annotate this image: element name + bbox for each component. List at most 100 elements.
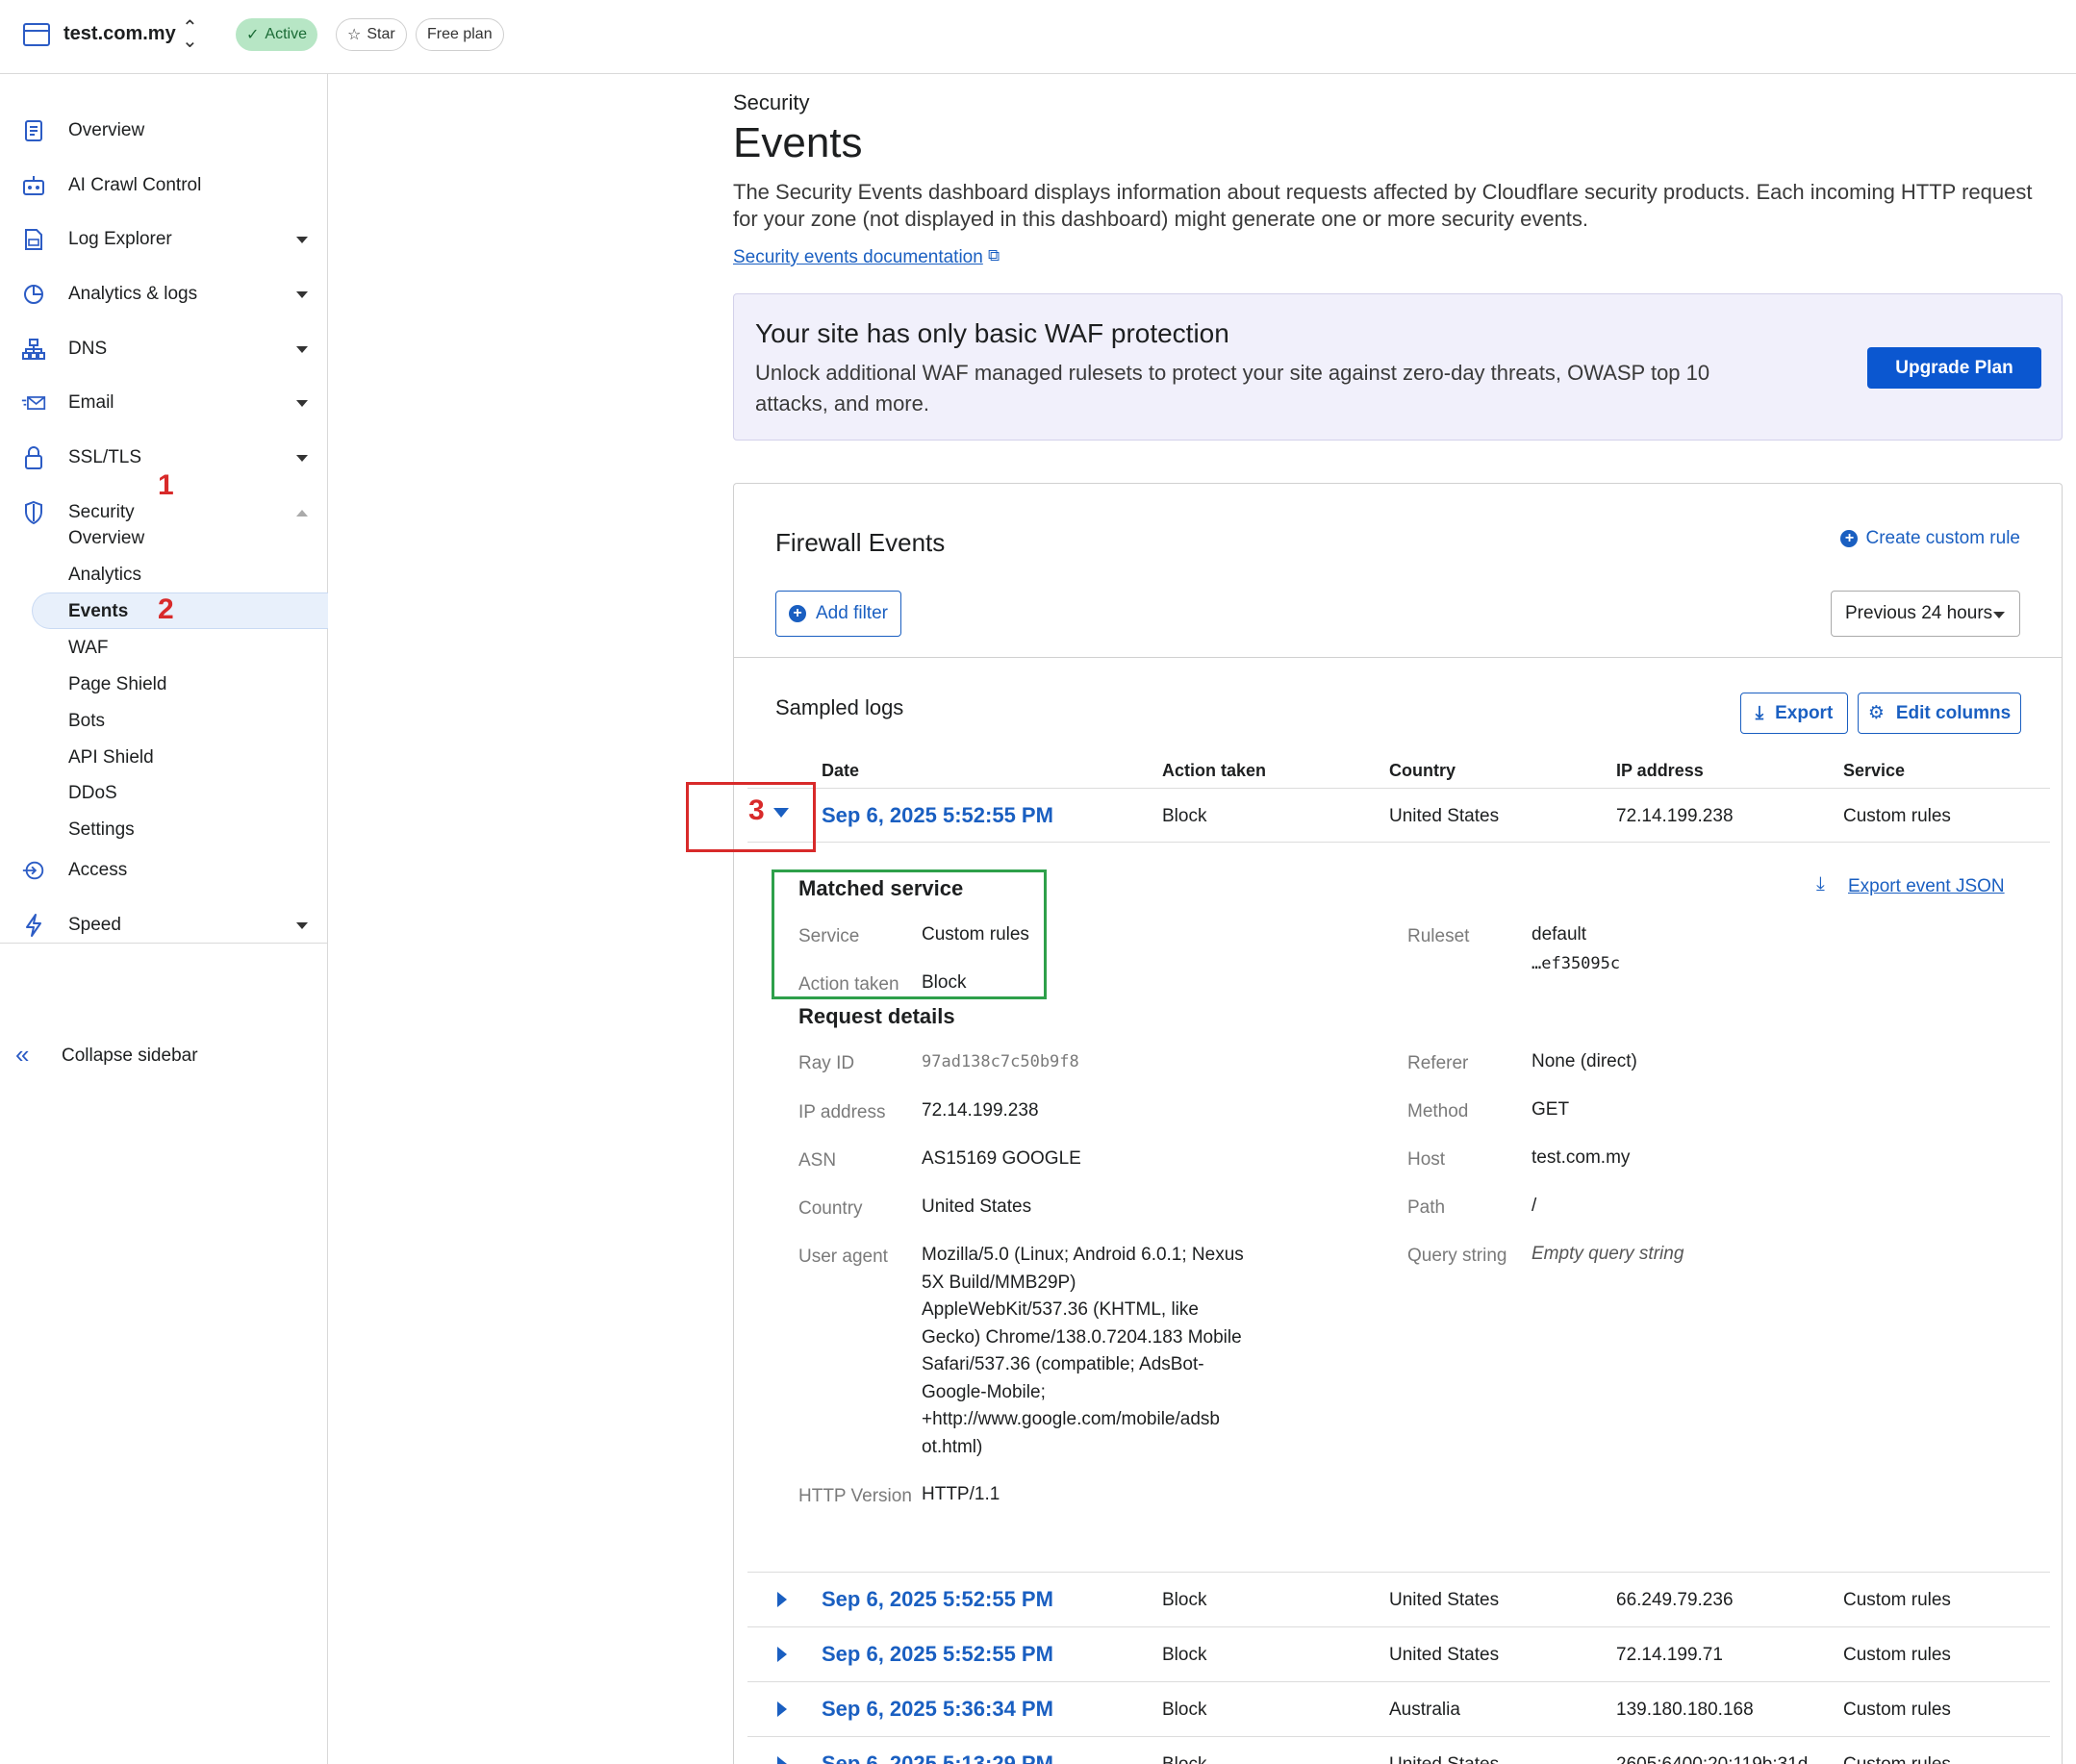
sidebar-item-overview[interactable]: Overview <box>0 112 327 150</box>
waf-upgrade-banner: Your site has only basic WAF protection … <box>733 293 2063 441</box>
sidebar-sub-api-shield[interactable]: API Shield <box>68 747 154 769</box>
firewall-events-title: Firewall Events <box>775 528 946 557</box>
column-header-country[interactable]: Country <box>1389 761 1456 781</box>
row-action: Block <box>1162 1754 1206 1764</box>
gear-icon: ⚙ <box>1867 703 1885 723</box>
zone-name[interactable]: test.com.my <box>63 23 176 45</box>
shield-icon <box>21 500 46 525</box>
pie-chart-icon <box>21 282 46 307</box>
request-details-title: Request details <box>798 1004 955 1028</box>
time-period-select[interactable]: Previous 24 hours <box>1831 591 2020 637</box>
sidebar-sub-waf[interactable]: WAF <box>68 638 109 659</box>
caret-right-icon[interactable] <box>777 1647 787 1662</box>
row-divider <box>747 842 2050 843</box>
row-ip: 66.249.79.236 <box>1616 1590 1734 1610</box>
host-value: test.com.my <box>1532 1147 1631 1168</box>
create-custom-rule-link[interactable]: + Create custom rule <box>1840 528 2020 549</box>
bolt-icon <box>21 913 46 938</box>
sidebar-sub-analytics[interactable]: Analytics <box>68 565 141 586</box>
chevron-down-icon <box>296 236 308 243</box>
sidebar-item-dns[interactable]: DNS <box>0 330 327 368</box>
sampled-logs-title: Sampled logs <box>775 695 904 719</box>
page-title: Events <box>733 119 863 166</box>
annotation-1: 1 <box>158 469 174 501</box>
row-ip: 139.180.180.168 <box>1616 1700 1754 1720</box>
add-filter-button[interactable]: + Add filter <box>775 591 901 637</box>
row-service: Custom rules <box>1843 1700 1951 1720</box>
action-taken-label: Action taken <box>798 974 899 995</box>
sidebar-item-email[interactable]: Email <box>0 384 327 422</box>
asn-value: AS15169 GOOGLE <box>922 1148 1081 1169</box>
row-divider <box>747 1572 2050 1573</box>
user-agent-value: Mozilla/5.0 (Linux; Android 6.0.1; Nexus… <box>922 1245 1244 1457</box>
access-icon <box>21 858 46 883</box>
column-header-ip[interactable]: IP address <box>1616 761 1704 781</box>
download-icon[interactable]: ⤓ <box>1816 873 1825 895</box>
row-action: Block <box>1162 1645 1207 1665</box>
sidebar-sub-ddos[interactable]: DDoS <box>68 783 117 804</box>
sidebar-item-log-explorer[interactable]: Log Explorer <box>0 220 327 259</box>
banner-title: Your site has only basic WAF protection <box>755 318 1229 348</box>
ruleset-id: …ef35095c <box>1532 954 1621 973</box>
ray-id-value: 97ad138c7c50b9f8 <box>922 1052 1079 1071</box>
http-version-label: HTTP Version <box>798 1486 912 1506</box>
caret-right-icon[interactable] <box>777 1756 787 1764</box>
export-button[interactable]: ⤓ Export <box>1740 693 1848 734</box>
edit-columns-button[interactable]: ⚙ Edit columns <box>1858 693 2021 734</box>
row-ip: 72.14.199.71 <box>1616 1645 1723 1665</box>
column-header-service[interactable]: Service <box>1843 761 1905 781</box>
path-label: Path <box>1407 1197 1446 1218</box>
matched-service-title: Matched service <box>798 876 964 900</box>
annotation-2: 2 <box>158 593 174 625</box>
zone-switcher-icon[interactable]: ⌃ ⌄ <box>182 18 198 51</box>
caret-right-icon[interactable] <box>777 1701 787 1717</box>
sidebar-item-analytics-logs[interactable]: Analytics & logs <box>0 275 327 314</box>
row-divider <box>747 1681 2050 1682</box>
row-divider <box>747 788 2050 789</box>
plan-badge[interactable]: Free plan <box>416 18 504 51</box>
external-link-icon[interactable]: ⧉ <box>988 246 1000 265</box>
sidebar-item-access[interactable]: Access <box>0 851 327 890</box>
card-divider <box>734 657 2062 658</box>
download-icon: ⤓ <box>1755 702 1764 723</box>
upgrade-plan-button[interactable]: Upgrade Plan <box>1867 347 2041 389</box>
document-icon <box>21 118 46 143</box>
caret-right-icon[interactable] <box>777 1592 787 1607</box>
email-icon <box>21 391 46 416</box>
row-action: Block <box>1162 1590 1207 1610</box>
collapse-sidebar-button[interactable]: Collapse sidebar <box>62 1046 198 1067</box>
documentation-link[interactable]: Security events documentation <box>733 247 983 268</box>
row-ip: 72.14.199.238 <box>1616 806 1734 826</box>
chevron-down-icon <box>296 345 308 353</box>
row-date[interactable]: Sep 6, 2025 5:52:55 PM <box>822 803 1053 828</box>
robot-icon <box>21 173 46 198</box>
row-date[interactable]: Sep 6, 2025 5:52:55 PM <box>822 1587 1053 1612</box>
sidebar-sub-settings[interactable]: Settings <box>68 819 135 841</box>
export-event-json-link[interactable]: Export event JSON <box>1848 876 2005 897</box>
chevron-down-icon <box>1993 612 2005 618</box>
user-agent-label: User agent <box>798 1247 888 1267</box>
browser-window-icon <box>23 23 50 46</box>
ip-address-label: IP address <box>798 1102 886 1122</box>
row-date[interactable]: Sep 6, 2025 5:36:34 PM <box>822 1697 1053 1722</box>
row-date[interactable]: Sep 6, 2025 5:52:55 PM <box>822 1642 1053 1667</box>
column-header-date[interactable]: Date <box>822 761 859 781</box>
sidebar-sub-bots[interactable]: Bots <box>68 711 105 732</box>
sidebar-item-ai-crawl-control[interactable]: AI Crawl Control <box>0 166 327 205</box>
sidebar-sub-events[interactable]: Events <box>68 601 128 622</box>
sidebar-item-speed[interactable]: Speed <box>0 906 327 945</box>
query-string-label: Query string <box>1407 1246 1507 1266</box>
double-chevron-left-icon[interactable]: « <box>15 1040 29 1070</box>
sidebar-sub-overview[interactable]: Overview <box>68 528 144 549</box>
sidebar: Overview AI Crawl Control Log Explorer A… <box>0 74 328 1764</box>
row-service: Custom rules <box>1843 1645 1951 1665</box>
check-icon: ✓ <box>246 27 260 43</box>
chevron-down-icon <box>296 399 308 407</box>
method-value: GET <box>1532 1099 1570 1120</box>
row-date[interactable]: Sep 6, 2025 5:13:29 PM <box>822 1751 1053 1764</box>
star-button[interactable]: ☆ Star <box>336 18 407 51</box>
plus-circle-icon: + <box>789 605 806 622</box>
sidebar-sub-page-shield[interactable]: Page Shield <box>68 674 166 695</box>
column-header-action[interactable]: Action taken <box>1162 761 1266 781</box>
chevron-down-icon <box>296 921 308 929</box>
